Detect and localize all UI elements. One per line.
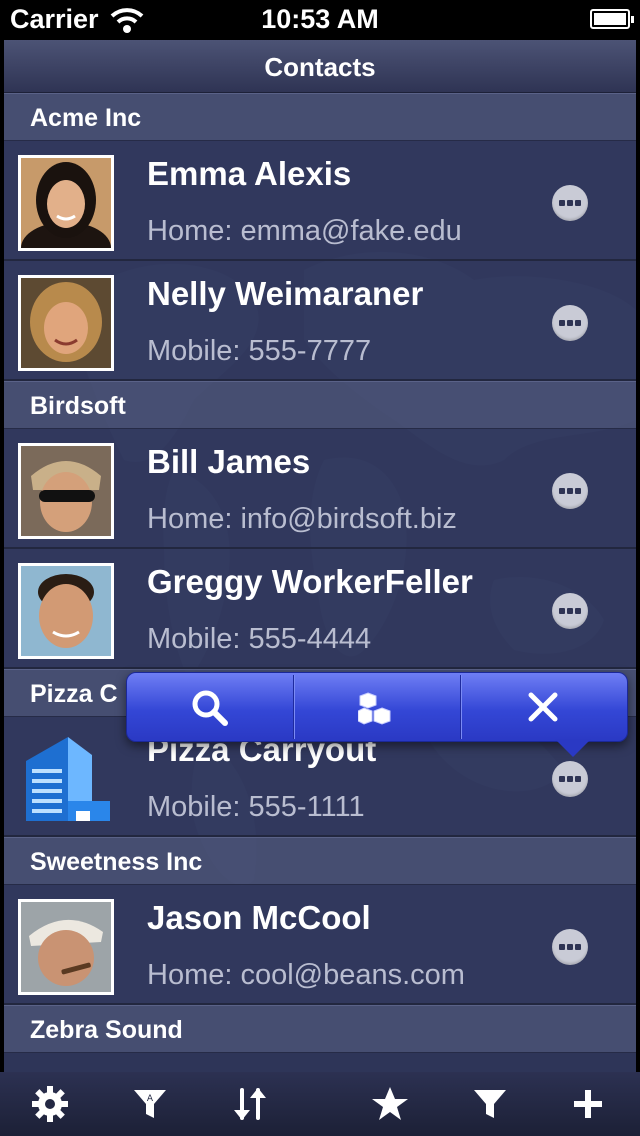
contact-row[interactable]: Jason McCool Home: cool@beans.com [4,885,636,1005]
contact-detail: Home: cool@beans.com [147,959,465,991]
more-options-button[interactable] [552,761,588,797]
contact-row[interactable]: Nelly Weimaraner Mobile: 555-7777 [4,261,636,381]
contact-detail: Home: emma@fake.edu [147,215,462,247]
close-icon [528,692,558,722]
contact-row[interactable]: Greggy WorkerFeller Mobile: 555-4444 [4,549,636,669]
section-title: Acme Inc [30,104,142,132]
battery-icon [590,9,634,29]
contact-row[interactable]: Bill James Home: info@birdsoft.biz [4,429,636,549]
section-header: Sweetness Inc [4,837,636,885]
contacts-list[interactable]: Acme Inc Emma Alexis Home: emma@fake.edu… [4,93,636,1053]
contact-photo-jason [18,899,114,995]
more-options-button[interactable] [552,473,588,509]
search-button[interactable] [127,673,293,741]
contact-photo-emma [18,155,114,251]
section-title: Sweetness Inc [30,848,203,876]
svg-text:A: A [147,1094,154,1104]
more-options-button[interactable] [552,185,588,221]
contact-detail: Home: info@birdsoft.biz [147,503,457,535]
search-icon [192,690,228,726]
contact-name: Bill James [147,443,311,480]
add-icon[interactable] [568,1084,608,1124]
section-header: Birdsoft [4,381,636,429]
filter-icon[interactable] [470,1084,510,1124]
contacts-app: Contacts Acme Inc Emma Alexis Home: emma… [4,40,636,1072]
contact-photo-greggy [18,563,114,659]
contact-name: Greggy WorkerFeller [147,563,473,600]
section-header: Zebra Sound [4,1005,636,1053]
more-options-button[interactable] [552,929,588,965]
section-title: Birdsoft [30,392,126,420]
action-popover [126,672,628,757]
navigation-bar: Contacts [4,40,636,93]
status-bar: Carrier 10:53 AM [0,0,640,40]
contact-name: Jason McCool [147,899,371,936]
contact-detail: Mobile: 555-1111 [147,791,365,823]
contact-photo-bill [18,443,114,539]
gear-icon[interactable] [30,1084,70,1124]
contact-detail: Mobile: 555-7777 [147,335,372,367]
building-icon [18,731,114,827]
page-title: Contacts [264,52,376,82]
bottom-toolbar: A [0,1072,640,1136]
section-header: Acme Inc [4,93,636,141]
more-options-button[interactable] [552,305,588,341]
close-button[interactable] [461,673,627,741]
contact-row[interactable]: Emma Alexis Home: emma@fake.edu [4,141,636,261]
alpha-filter-icon[interactable]: A [130,1084,170,1124]
clock: 10:53 AM [261,4,379,34]
contact-name: Nelly Weimaraner [147,275,424,312]
cubes-icon [358,692,391,725]
star-icon[interactable] [370,1084,410,1124]
section-title: Pizza C [30,680,118,708]
cubes-button[interactable] [294,673,460,741]
contact-detail: Mobile: 555-4444 [147,623,372,655]
more-options-button[interactable] [552,593,588,629]
contact-photo-nelly [18,275,114,371]
section-title: Zebra Sound [30,1016,183,1044]
sort-icon[interactable] [230,1084,270,1124]
contact-name: Emma Alexis [147,155,352,192]
popover-arrow [555,739,591,757]
